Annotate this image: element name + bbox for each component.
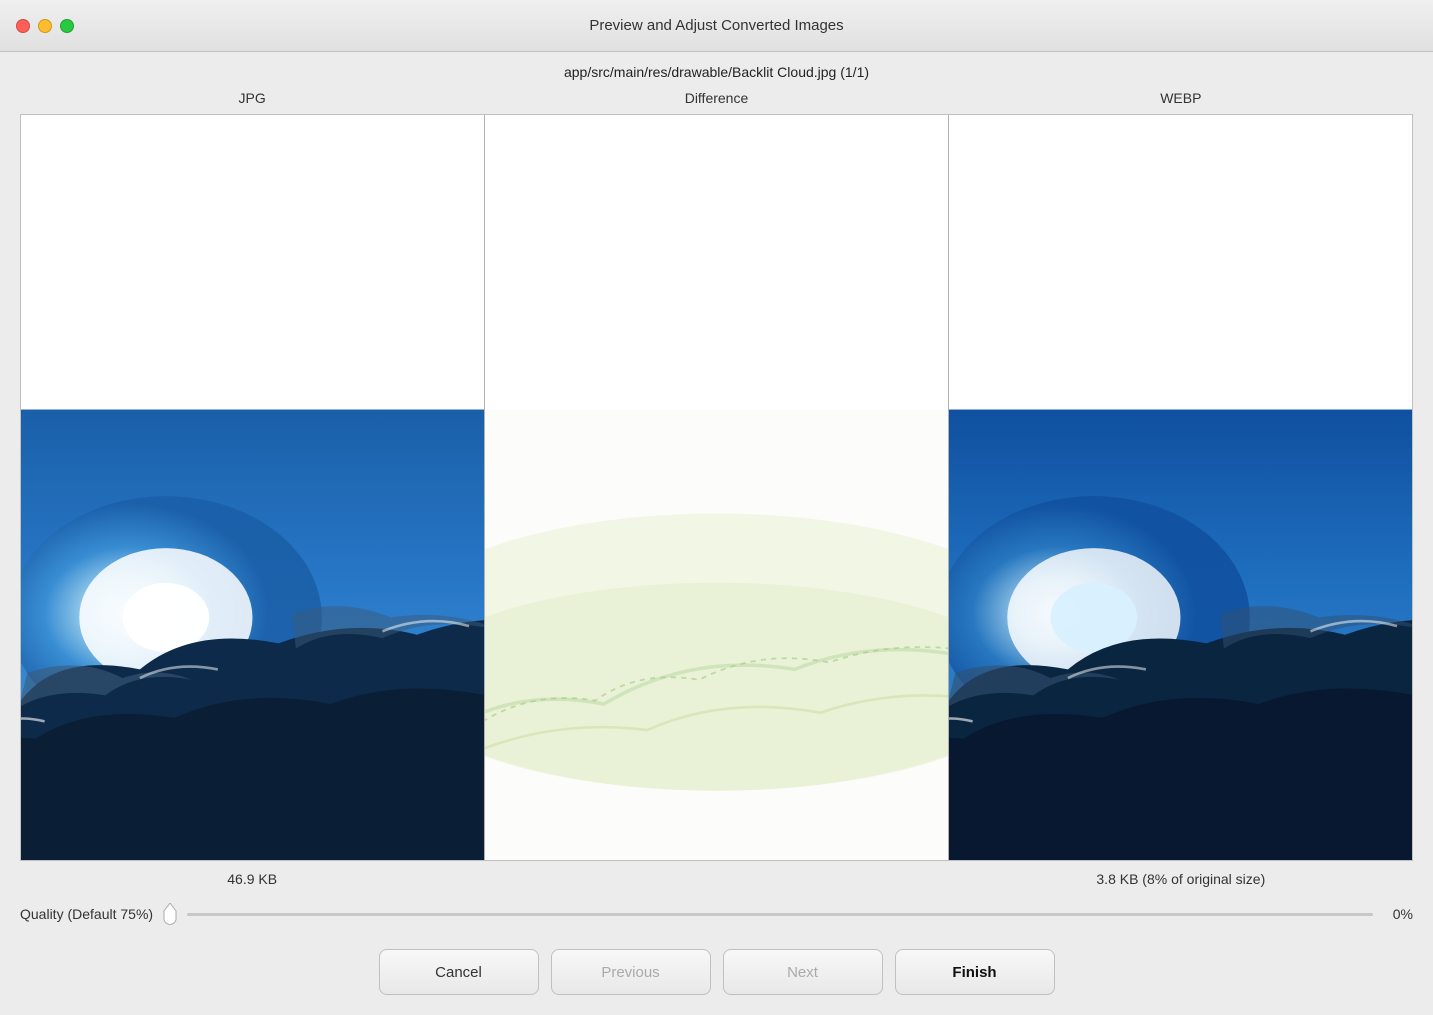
- webp-column-header: WEBP: [949, 90, 1413, 106]
- quality-row: Quality (Default 75%) 0%: [20, 895, 1413, 941]
- window-controls: [16, 19, 74, 33]
- file-sizes-row: 46.9 KB 3.8 KB (8% of original size): [20, 861, 1413, 895]
- previous-button[interactable]: Previous: [551, 949, 711, 995]
- finish-label: Finish: [952, 964, 996, 981]
- jpg-panel: [21, 115, 485, 860]
- quality-label: Quality (Default 75%): [20, 906, 153, 922]
- difference-column-header: Difference: [484, 90, 948, 106]
- webp-file-size: 3.8 KB (8% of original size): [949, 871, 1413, 887]
- main-content: app/src/main/res/drawable/Backlit Cloud.…: [0, 52, 1433, 1015]
- difference-image: [485, 115, 948, 860]
- title-bar: Preview and Adjust Converted Images: [0, 0, 1433, 52]
- slider-thumb-icon: [163, 903, 177, 925]
- jpg-file-size: 46.9 KB: [20, 871, 484, 887]
- maximize-button[interactable]: [60, 19, 74, 33]
- file-path: app/src/main/res/drawable/Backlit Cloud.…: [20, 52, 1413, 90]
- column-headers: JPG Difference WEBP: [20, 90, 1413, 114]
- buttons-row: Cancel Previous Next Finish: [20, 941, 1413, 1015]
- quality-slider-container[interactable]: [187, 899, 1373, 929]
- next-button[interactable]: Next: [723, 949, 883, 995]
- webp-image: [949, 115, 1412, 860]
- minimize-button[interactable]: [38, 19, 52, 33]
- cancel-label: Cancel: [435, 964, 482, 981]
- window-title: Preview and Adjust Converted Images: [589, 17, 843, 34]
- difference-panel: [485, 115, 949, 860]
- next-label: Next: [787, 964, 818, 981]
- close-button[interactable]: [16, 19, 30, 33]
- cancel-button[interactable]: Cancel: [379, 949, 539, 995]
- difference-size-placeholder: [484, 871, 948, 887]
- webp-panel: [949, 115, 1412, 860]
- jpg-image: [21, 115, 484, 860]
- quality-percent-label: 0%: [1383, 906, 1413, 922]
- previous-label: Previous: [601, 964, 659, 981]
- quality-slider[interactable]: [187, 913, 1373, 916]
- panels-container: [20, 114, 1413, 861]
- finish-button[interactable]: Finish: [895, 949, 1055, 995]
- jpg-column-header: JPG: [20, 90, 484, 106]
